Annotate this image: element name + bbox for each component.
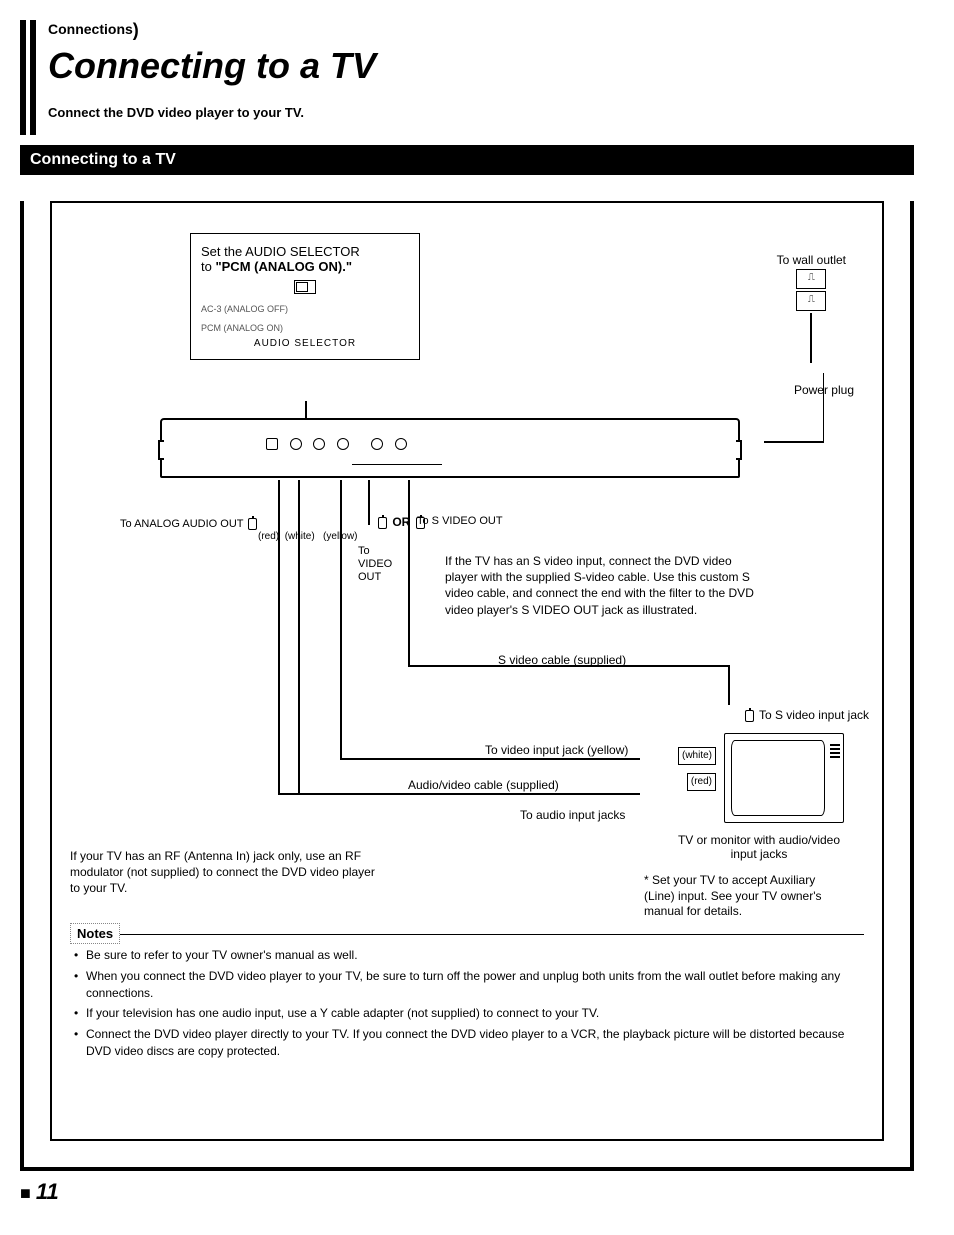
selector-opt2: PCM (ANALOG ON) — [201, 322, 409, 335]
tv-input-color-labels: (white) (red) — [678, 743, 716, 795]
note-item: If your television has one audio input, … — [74, 1005, 864, 1022]
page-header: Connections Connecting to a TV Connect t… — [20, 20, 914, 135]
tv-aux-note: * Set your TV to accept Auxiliary (Line)… — [644, 873, 844, 920]
wall-outlet-label: To wall outlet — [777, 253, 846, 267]
section-heading: Connecting to a TV — [20, 145, 914, 175]
dvd-player — [160, 418, 740, 478]
tv-red-label: (red) — [687, 773, 716, 791]
video-out-label: To VIDEO OUT — [358, 545, 392, 585]
audio-jack-label: To audio input jacks — [520, 808, 625, 822]
selector-prefix: to — [201, 259, 215, 274]
selector-bold: "PCM (ANALOG ON)." — [215, 259, 352, 274]
analog-audio-out-label: To ANALOG AUDIO OUT — [120, 518, 259, 530]
breadcrumb: Connections — [48, 20, 376, 41]
notes-header: Notes — [70, 923, 120, 944]
tv-caption: TV or monitor with audio/video input jac… — [674, 833, 844, 861]
note-item: When you connect the DVD video player to… — [74, 968, 864, 1002]
red-label: (red) — [258, 531, 279, 542]
page-intro: Connect the DVD video player to your TV. — [48, 105, 376, 120]
outlet-icon — [796, 291, 826, 311]
white-label: (white) — [285, 531, 315, 542]
tv-icon — [724, 733, 844, 823]
page-number: 11 — [20, 1179, 914, 1205]
tv-white-label: (white) — [678, 747, 716, 765]
svideo-jack-icon — [395, 438, 407, 450]
selector-instruction-2: to "PCM (ANALOG ON)." — [201, 259, 409, 274]
rf-modulator-note: If your TV has an RF (Antenna In) jack o… — [70, 848, 380, 897]
selector-jack-icon — [266, 438, 278, 450]
notes-list: Be sure to refer to your TV owner's manu… — [70, 947, 864, 1060]
yellow-label: (yellow) — [323, 531, 357, 542]
audio-jack-icon — [337, 438, 349, 450]
av-cable-label: Audio/video cable (supplied) — [408, 778, 559, 792]
plug-icon — [745, 710, 754, 722]
plug-icon — [378, 517, 387, 529]
power-wire — [810, 313, 812, 363]
note-item: Be sure to refer to your TV owner's manu… — [74, 947, 864, 964]
audio-selector-callout: Set the AUDIO SELECTOR to "PCM (ANALOG O… — [190, 233, 420, 360]
svideo-out-label: To S VIDEO OUT — [417, 515, 503, 527]
svideo-note: If the TV has an S video input, connect … — [445, 553, 755, 618]
diagram-frame: Set the AUDIO SELECTOR to "PCM (ANALOG O… — [50, 201, 884, 1141]
selector-instruction-1: Set the AUDIO SELECTOR — [201, 244, 409, 259]
plug-icon — [248, 518, 257, 530]
audio-jack-icon — [290, 438, 302, 450]
main-frame: Set the AUDIO SELECTOR to "PCM (ANALOG O… — [20, 201, 914, 1171]
note-item: Connect the DVD video player directly to… — [74, 1026, 864, 1060]
wall-outlet: To wall outlet — [777, 253, 846, 363]
outlet-icon — [796, 269, 826, 289]
audio-jack-icon — [313, 438, 325, 450]
connection-diagram: Set the AUDIO SELECTOR to "PCM (ANALOG O… — [70, 233, 864, 923]
svideo-cable-label: S video cable (supplied) — [498, 653, 626, 667]
switch-icon — [294, 280, 316, 294]
color-labels: (red) (white) (yellow) — [258, 531, 358, 542]
video-jack-icon — [371, 438, 383, 450]
page-title: Connecting to a TV — [48, 45, 376, 87]
decorative-bars — [20, 20, 36, 135]
video-jack-label: To video input jack (yellow) — [485, 743, 628, 757]
notes-section: Notes Be sure to refer to your TV owner'… — [70, 923, 864, 1060]
selector-opt1: AC-3 (ANALOG OFF) — [201, 303, 409, 316]
svideo-jack-label: To S video input jack — [743, 708, 869, 722]
selector-label: AUDIO SELECTOR — [201, 338, 409, 349]
